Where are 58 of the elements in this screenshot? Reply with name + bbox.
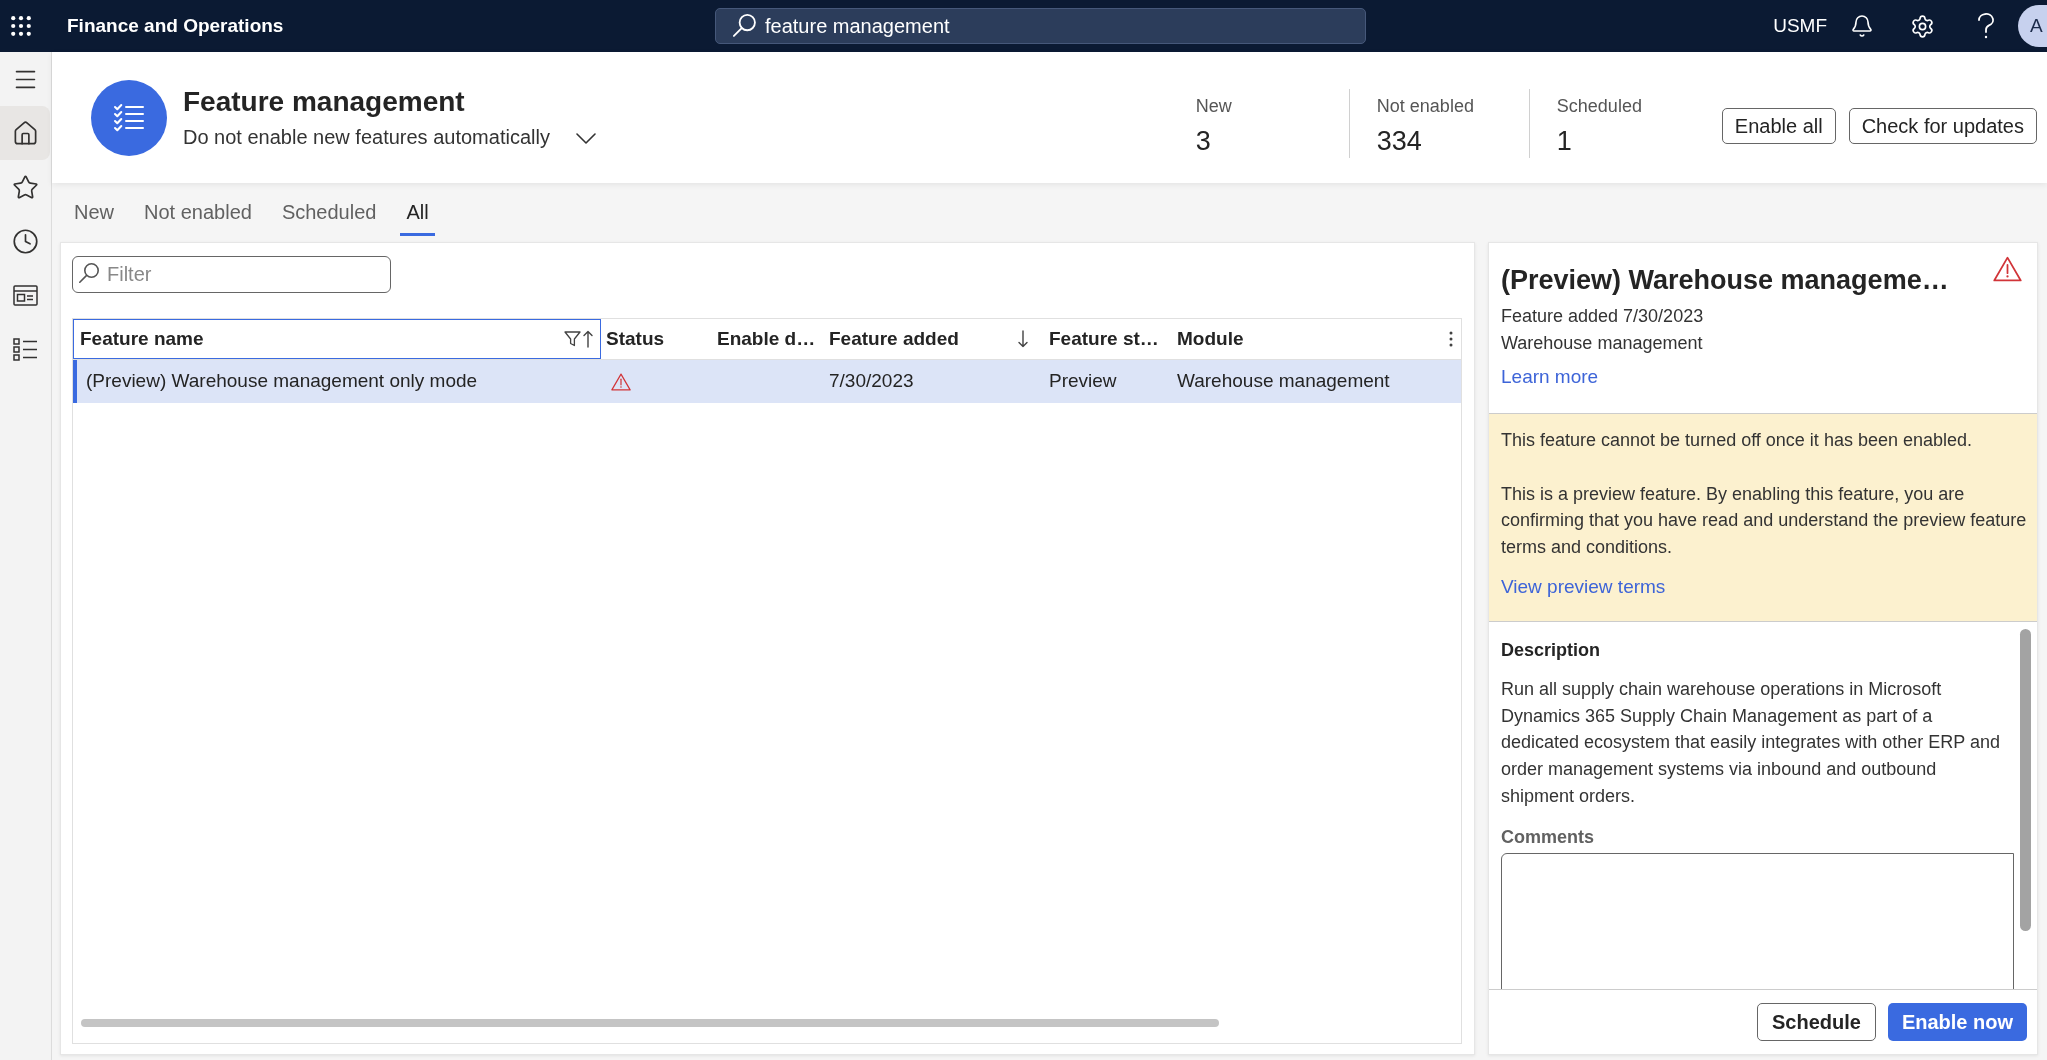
mode-dropdown[interactable]: Do not enable new features automatically: [183, 122, 596, 151]
notice-text: This is a preview feature. By enabling this feature, you are confirming that you have read and understand the preview feature terms and conditions.: [1501, 482, 2028, 559]
description-text: Run all supply chain warehouse operations in Microsoft Dynamics 365 Supply Chain Management as part of a dedicated ecosystem that easily integrates with other ERP and order management systems via inbound and outbound shipment orders.: [1501, 678, 2001, 808]
checklist-icon: [91, 79, 167, 156]
table-cell-text: (Preview) Warehouse management only mode: [86, 369, 478, 394]
avatar[interactable]: A: [2018, 5, 2047, 47]
stat-value: 3: [1195, 125, 1212, 157]
search-icon: [733, 14, 757, 38]
learn-more-link[interactable]: Learn more: [1501, 363, 1599, 391]
header-button[interactable]: Enable all: [1721, 108, 1836, 144]
column-header[interactable]: Module: [1172, 319, 1440, 359]
table-row[interactable]: (Preview) Warehouse management only mode 7/30/2023 Preview Warehouse management: [73, 360, 1461, 403]
stat-label: Scheduled: [1556, 95, 1643, 118]
horizontal-scrollbar[interactable]: [81, 1019, 1219, 1027]
stat-value: 334: [1376, 125, 1423, 157]
help-icon[interactable]: [1977, 13, 1995, 39]
panel-title: (Preview) Warehouse manageme…: [1501, 264, 1949, 297]
comments-label: Comments: [1501, 825, 1595, 849]
column-header[interactable]: Enable d…: [712, 319, 824, 359]
app-title: Finance and Operations: [67, 13, 284, 38]
settings-icon[interactable]: [1910, 13, 1935, 39]
search-icon: [79, 263, 100, 284]
column-header[interactable]: Feature added: [824, 319, 1044, 359]
page-title: Feature management: [183, 84, 466, 119]
nav-item[interactable]: [0, 106, 50, 160]
chevron-down-icon: [575, 132, 596, 144]
tab[interactable]: New: [68, 191, 120, 236]
more-options-icon[interactable]: [1448, 331, 1453, 347]
column-header[interactable]: Feature name: [73, 319, 601, 359]
bell-icon[interactable]: [1850, 14, 1874, 38]
tab[interactable]: Scheduled: [275, 191, 383, 236]
tab[interactable]: All: [400, 191, 435, 236]
bulleted-list-icon: [12, 337, 38, 361]
view-preview-terms-link[interactable]: View preview terms: [1501, 573, 1666, 601]
stat-label: Not enabled: [1376, 95, 1475, 118]
column-header[interactable]: Status: [601, 319, 712, 359]
column-header[interactable]: Feature st…: [1044, 319, 1172, 359]
app-launcher-icon[interactable]: [11, 16, 31, 36]
primary-button[interactable]: Enable now: [1887, 1003, 2027, 1041]
description-heading: Description: [1501, 639, 1602, 662]
star-icon: [11, 173, 39, 201]
notice-text: This feature cannot be turned off once it has been enabled.: [1501, 429, 1973, 452]
secondary-button[interactable]: Schedule: [1756, 1003, 1876, 1041]
tab[interactable]: Not enabled: [138, 191, 258, 236]
table-cell-text: Preview: [1049, 369, 1117, 394]
table-cell-text: Warehouse management: [1177, 369, 1390, 394]
window-panels-icon: [12, 284, 38, 306]
clock-icon: [11, 227, 39, 255]
stat-value: 1: [1556, 125, 1573, 157]
header-button[interactable]: Check for updates: [1848, 108, 2037, 144]
stat-label: New: [1195, 95, 1233, 118]
company-code[interactable]: USMF: [1773, 11, 1827, 41]
table-cell-text: 7/30/2023: [829, 369, 914, 394]
feature-added-text: Feature added 7/30/2023: [1501, 305, 1705, 328]
search-field[interactable]: feature management: [715, 8, 1366, 44]
filter-field[interactable]: Filter: [72, 256, 391, 293]
vertical-scrollbar[interactable]: [2020, 629, 2031, 931]
module-text: Warehouse management: [1501, 332, 1704, 355]
